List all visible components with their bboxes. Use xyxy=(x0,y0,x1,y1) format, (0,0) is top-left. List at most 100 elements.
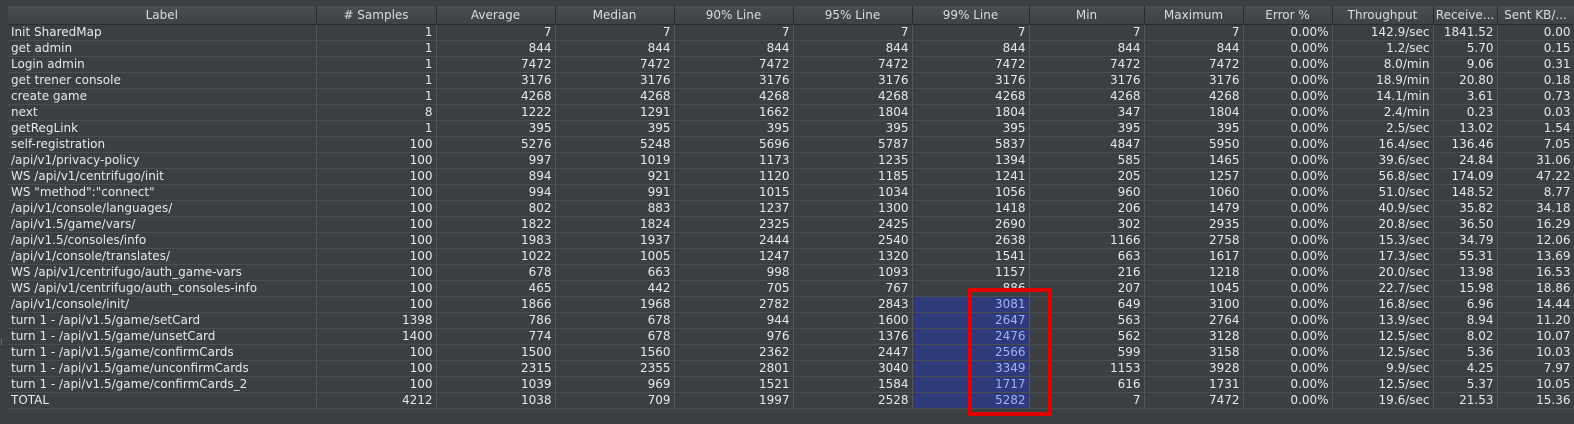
table-cell[interactable]: 0.00% xyxy=(1243,392,1333,409)
table-row[interactable]: get admin 1 844 844 844 844 844 844 844 0.00% 1.2/… xyxy=(8,40,1574,57)
table-cell[interactable]: 1034 xyxy=(793,184,913,201)
table-cell[interactable]: /api/v1.5/game/vars/ xyxy=(8,216,317,233)
table-cell[interactable]: 7 xyxy=(1029,392,1145,409)
table-cell[interactable]: 7 xyxy=(912,24,1030,41)
table-cell[interactable]: 12.5/sec xyxy=(1332,344,1434,361)
table-cell[interactable]: getRegLink xyxy=(8,120,317,137)
column-header[interactable]: 95% Line xyxy=(793,6,913,25)
table-cell[interactable]: 216 xyxy=(1029,264,1145,281)
table-cell[interactable]: 1394 xyxy=(912,152,1030,169)
table-cell[interactable]: 10.07 xyxy=(1497,328,1574,345)
table-cell[interactable]: 0.00% xyxy=(1243,104,1333,121)
table-cell[interactable]: 12.06 xyxy=(1497,232,1574,249)
table-cell[interactable]: 1968 xyxy=(555,296,675,313)
column-header[interactable]: Min xyxy=(1029,6,1145,25)
table-cell[interactable]: 13.98 xyxy=(1433,264,1498,281)
table-cell[interactable]: 4847 xyxy=(1029,136,1145,153)
table-cell[interactable]: 100 xyxy=(316,376,437,393)
table-cell[interactable]: 1019 xyxy=(555,152,675,169)
table-cell[interactable]: 1.2/sec xyxy=(1332,40,1434,57)
table-cell[interactable]: 15.98 xyxy=(1433,280,1498,297)
table-cell[interactable]: 18.86 xyxy=(1497,280,1574,297)
table-cell[interactable]: 7472 xyxy=(793,56,913,73)
table-cell[interactable]: Init SharedMap xyxy=(8,24,317,41)
table-cell[interactable]: 0.00% xyxy=(1243,152,1333,169)
table-row[interactable]: WS /api/v1/centrifugo/auth_consoles-info… xyxy=(8,280,1574,297)
table-cell[interactable]: 663 xyxy=(1029,248,1145,265)
table-cell[interactable]: 5837 xyxy=(912,136,1030,153)
table-cell[interactable]: 562 xyxy=(1029,328,1145,345)
table-cell[interactable]: 1418 xyxy=(912,200,1030,217)
table-cell[interactable]: 1291 xyxy=(555,104,675,121)
table-cell[interactable]: /api/v1/console/translates/ xyxy=(8,248,317,265)
table-cell[interactable]: 960 xyxy=(1029,184,1145,201)
table-cell[interactable]: 1937 xyxy=(555,232,675,249)
table-cell[interactable]: 136.46 xyxy=(1433,136,1498,153)
table-cell[interactable]: 1 xyxy=(316,56,437,73)
table-cell[interactable]: 4268 xyxy=(436,88,556,105)
table-cell[interactable]: 174.09 xyxy=(1433,168,1498,185)
table-cell[interactable]: 34.79 xyxy=(1433,232,1498,249)
table-cell[interactable]: 1398 xyxy=(316,312,437,329)
table-cell[interactable]: 0.00% xyxy=(1243,344,1333,361)
table-row[interactable]: /api/v1/console/init/100 1866 1968 2782 2843… xyxy=(8,296,1574,313)
table-cell[interactable]: 663 xyxy=(555,264,675,281)
table-cell[interactable]: 1153 xyxy=(1029,360,1145,377)
table-cell[interactable]: 1173 xyxy=(674,152,794,169)
table-cell[interactable]: 3176 xyxy=(1029,72,1145,89)
table-cell[interactable]: 9.9/sec xyxy=(1332,360,1434,377)
table-cell[interactable]: 100 xyxy=(316,168,437,185)
column-header[interactable]: Receive... xyxy=(1433,6,1498,25)
table-cell[interactable]: 649 xyxy=(1029,296,1145,313)
table-cell[interactable]: 1479 xyxy=(1144,200,1244,217)
table-cell[interactable]: next xyxy=(8,104,317,121)
table-cell[interactable]: 16.53 xyxy=(1497,264,1574,281)
table-cell[interactable]: 921 xyxy=(555,168,675,185)
table-cell[interactable]: 1 xyxy=(316,120,437,137)
table-cell[interactable]: 1247 xyxy=(674,248,794,265)
table-cell[interactable]: 678 xyxy=(555,328,675,345)
table-cell[interactable]: 1376 xyxy=(793,328,913,345)
table-cell[interactable]: 51.0/sec xyxy=(1332,184,1434,201)
table-cell[interactable]: 12.5/sec xyxy=(1332,376,1434,393)
table-cell[interactable]: 442 xyxy=(555,280,675,297)
table-cell[interactable]: 8 xyxy=(316,104,437,121)
table-row[interactable]: turn 1 - /api/v1.5/game/unsetCard 1400 774… xyxy=(8,328,1574,345)
table-cell[interactable]: 1997 xyxy=(674,392,794,409)
table-cell[interactable]: 1.54 xyxy=(1497,120,1574,137)
table-cell[interactable]: 1320 xyxy=(793,248,913,265)
table-cell[interactable]: 4268 xyxy=(1144,88,1244,105)
table-cell[interactable]: 2325 xyxy=(674,216,794,233)
table-cell[interactable]: 0.00% xyxy=(1243,184,1333,201)
table-cell[interactable]: 563 xyxy=(1029,312,1145,329)
table-cell[interactable]: 24.84 xyxy=(1433,152,1498,169)
table-cell[interactable]: 7472 xyxy=(674,56,794,73)
table-cell[interactable]: 7472 xyxy=(555,56,675,73)
table-cell[interactable]: 944 xyxy=(674,312,794,329)
table-cell[interactable]: 0.00% xyxy=(1243,328,1333,345)
resize-grip[interactable]: ⁞ xyxy=(0,338,8,358)
table-cell[interactable]: 844 xyxy=(793,40,913,57)
table-cell[interactable]: 1400 xyxy=(316,328,437,345)
table-cell[interactable]: 969 xyxy=(555,376,675,393)
table-cell[interactable]: 4268 xyxy=(912,88,1030,105)
table-cell[interactable]: 3176 xyxy=(436,72,556,89)
table-cell[interactable]: 3176 xyxy=(912,72,1030,89)
table-cell[interactable]: 5248 xyxy=(555,136,675,153)
table-cell[interactable]: 3176 xyxy=(793,72,913,89)
table-cell[interactable]: 8.0/min xyxy=(1332,56,1434,73)
table-cell[interactable]: 0.00% xyxy=(1243,312,1333,329)
table-cell[interactable]: WS "method":"connect" xyxy=(8,184,317,201)
table-cell[interactable]: 56.8/sec xyxy=(1332,168,1434,185)
table-cell[interactable]: 7.97 xyxy=(1497,360,1574,377)
table-cell[interactable]: 2540 xyxy=(793,232,913,249)
table-cell[interactable]: 100 xyxy=(316,296,437,313)
table-cell[interactable]: 7472 xyxy=(1144,392,1244,409)
table-row[interactable]: Login admin 1 7472 7472 7472 7472 7472 7472 7472… xyxy=(8,56,1574,73)
table-cell[interactable]: 1022 xyxy=(436,248,556,265)
table-row[interactable]: turn 1 - /api/v1.5/game/unconfirmCards 10… xyxy=(8,360,1574,377)
table-cell[interactable]: 465 xyxy=(436,280,556,297)
table-cell[interactable]: 100 xyxy=(316,184,437,201)
table-cell[interactable]: 802 xyxy=(436,200,556,217)
table-cell[interactable]: /api/v1.5/consoles/info xyxy=(8,232,317,249)
